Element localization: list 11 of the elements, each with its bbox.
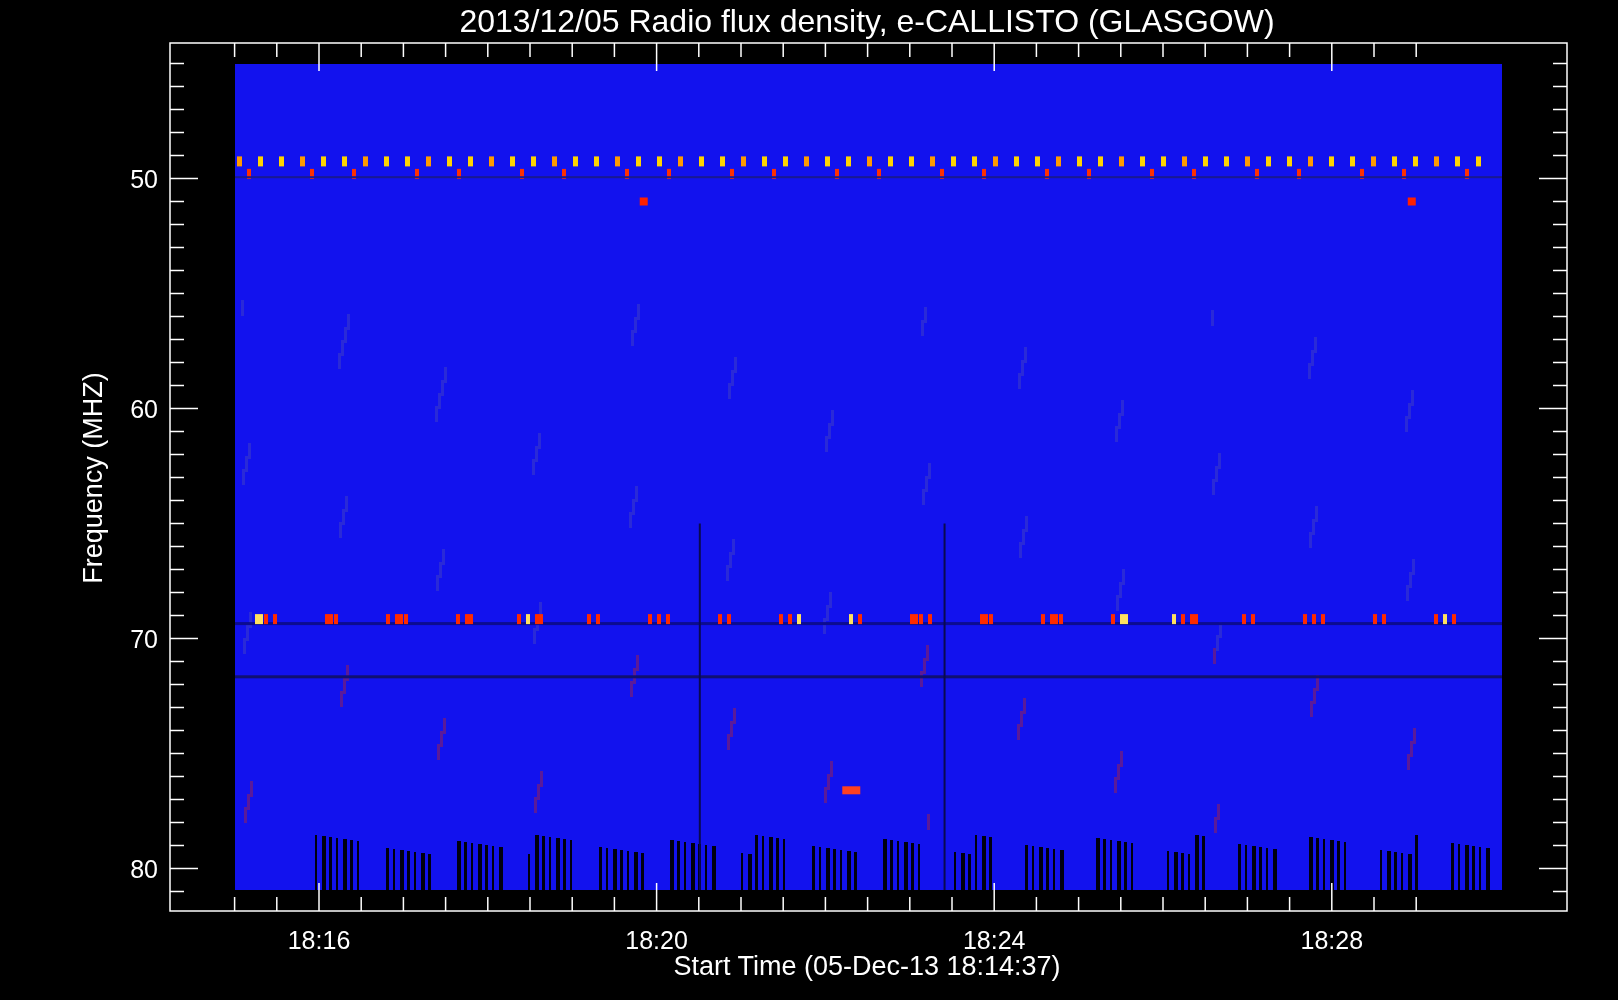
- tick-label: 60: [130, 394, 158, 423]
- tick-label: 18:28: [1300, 926, 1364, 954]
- tick-label: 18:20: [625, 926, 688, 954]
- tick-label: 50: [130, 164, 158, 193]
- axis-label: Start Time (05-Dec-13 18:14:37): [673, 951, 1061, 981]
- tick-label: 18:16: [287, 926, 351, 954]
- tick-label: 70: [130, 624, 158, 653]
- chart-title: 2013/12/05 Radio flux density, e-CALLISTO (GLASGOW): [459, 3, 1275, 39]
- tick-label: 80: [130, 854, 158, 883]
- tick-label: 18:24: [962, 926, 1026, 954]
- axis-label: Frequency (MHZ): [78, 372, 108, 584]
